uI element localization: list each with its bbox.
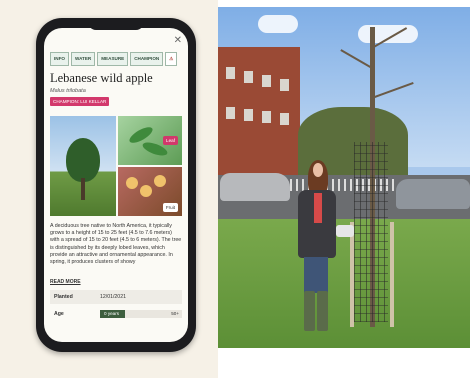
window xyxy=(262,75,271,87)
tab-bar: INFO WATER MEASURE CHAMPION ⚠ xyxy=(50,52,178,66)
person-boot xyxy=(317,291,328,331)
tree-stake xyxy=(390,222,394,327)
page-title: Lebanese wild apple xyxy=(50,71,153,85)
champion-badge[interactable]: CHAMPION: LUI KELLAR xyxy=(50,97,110,106)
tree-stake xyxy=(350,222,354,327)
app-screen: ✕ INFO WATER MEASURE CHAMPION ⚠ Lebanese… xyxy=(44,28,188,342)
cloud xyxy=(258,15,298,33)
window xyxy=(226,67,235,79)
parked-car xyxy=(220,173,290,201)
age-label: Age xyxy=(54,311,64,317)
cloud xyxy=(358,25,418,43)
close-icon[interactable]: ✕ xyxy=(174,35,182,46)
window xyxy=(244,71,253,83)
phone-notch xyxy=(88,20,144,30)
fruit-shape xyxy=(126,177,138,189)
planted-value: 12/01/2021 xyxy=(100,294,126,300)
building xyxy=(218,47,300,177)
tab-measure[interactable]: MEASURE xyxy=(97,52,129,66)
window xyxy=(244,109,253,121)
grass xyxy=(218,219,470,348)
tab-info[interactable]: INFO xyxy=(50,52,69,66)
window xyxy=(280,79,289,91)
tree-trunk-shape xyxy=(81,178,85,200)
window xyxy=(226,107,235,119)
tree-guard xyxy=(354,142,388,322)
planted-label: Planted xyxy=(54,294,73,300)
person-boot xyxy=(304,291,315,331)
age-value: 0 years xyxy=(104,311,120,316)
planting-photo xyxy=(218,7,470,348)
leaf-label: Leaf xyxy=(163,136,178,145)
fruit-label: Fruit xyxy=(162,203,178,212)
read-more-link[interactable]: READ MORE xyxy=(50,279,81,285)
fruit-shape xyxy=(140,185,152,197)
parked-car xyxy=(396,179,470,209)
tab-champion[interactable]: CHAMPION xyxy=(130,52,164,66)
person-face xyxy=(313,163,323,177)
description-text: A deciduous tree native to North America… xyxy=(50,223,182,266)
age-max: 50+ xyxy=(171,311,179,316)
fruit-shape xyxy=(154,175,166,187)
age-row: Age 0 years 50+ xyxy=(50,307,182,321)
person-jeans xyxy=(304,257,328,293)
window xyxy=(262,111,271,123)
tab-water[interactable]: WATER xyxy=(70,52,96,66)
age-progress-bar: 0 years 50+ xyxy=(100,310,182,318)
leaf-photo[interactable]: Leaf xyxy=(118,116,182,165)
latin-name: Malus trilobata xyxy=(50,88,86,94)
person-top xyxy=(314,193,322,223)
tree-photo[interactable] xyxy=(50,116,116,216)
warning-icon[interactable]: ⚠ xyxy=(165,52,178,66)
watering-can xyxy=(336,225,354,237)
planted-row: Planted 12/01/2021 xyxy=(50,290,182,304)
window xyxy=(280,113,289,125)
tree-crown-shape xyxy=(66,138,100,182)
fruit-photo[interactable]: Fruit xyxy=(118,167,182,216)
